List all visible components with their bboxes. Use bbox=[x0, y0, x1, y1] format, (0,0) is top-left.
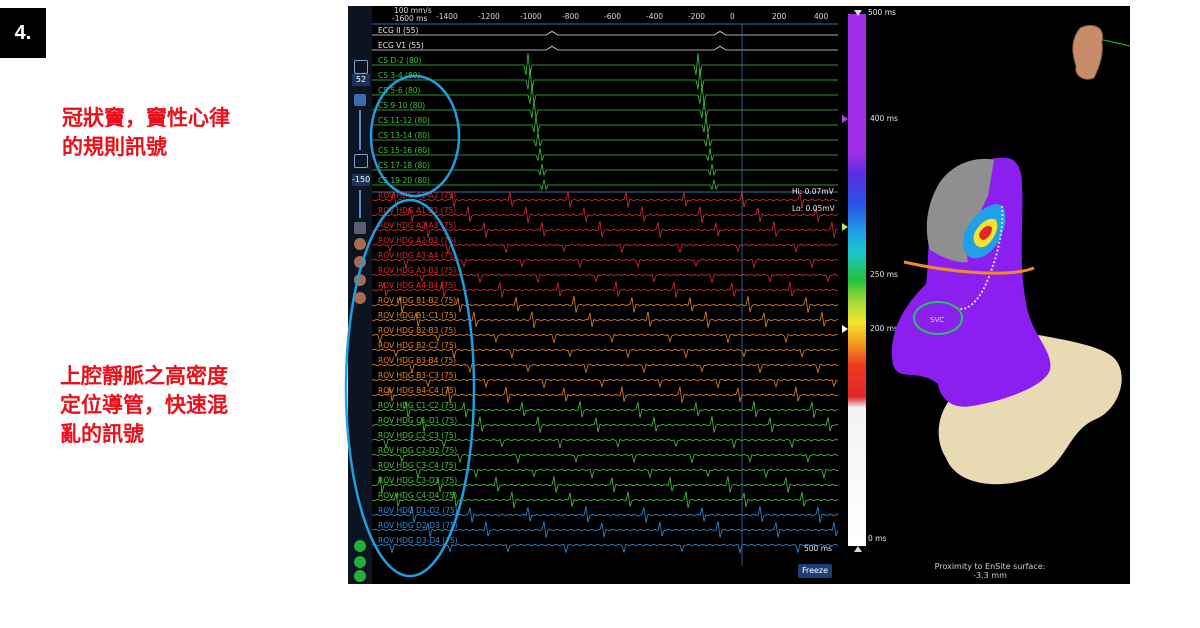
highlight-overlay bbox=[344, 74, 476, 578]
hdg-highlight-ellipse bbox=[344, 198, 476, 578]
cs-highlight-ellipse bbox=[369, 74, 461, 198]
